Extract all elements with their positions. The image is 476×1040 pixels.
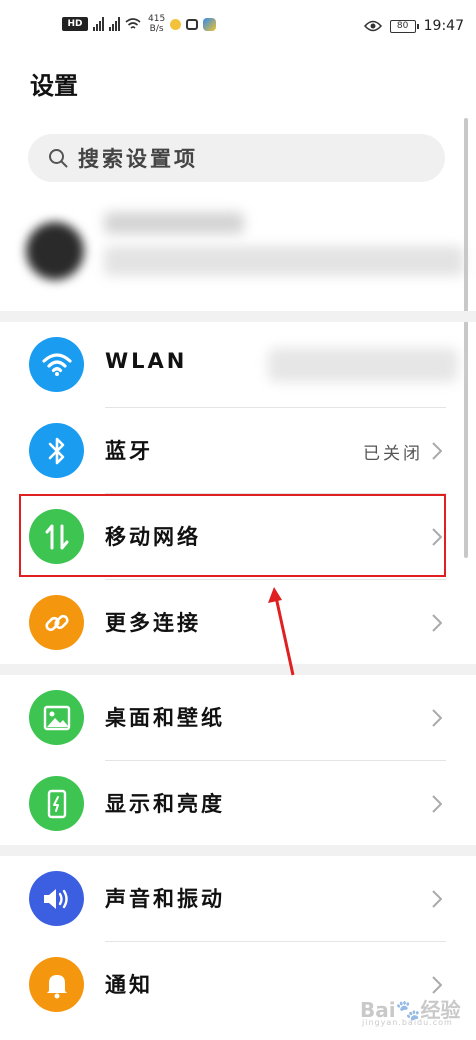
link-icon [29,595,84,650]
chevron-right-icon [432,709,442,727]
battery-indicator: 80 [389,19,419,33]
row-label: 声音和振动 [105,887,225,911]
account-card[interactable] [24,200,464,300]
section-divider [0,845,476,856]
list-item-bluetooth[interactable]: 蓝牙 已关闭 [0,408,476,494]
clock: 19:47 [423,18,464,34]
chevron-right-icon [432,890,442,908]
moon-app-icon [170,18,182,30]
row-label: WLAN [105,349,188,373]
highlight-box [19,494,446,577]
account-detail-blurred [104,246,464,276]
search-icon [49,149,68,168]
hd-badge: HD [62,17,88,31]
status-bar: HD 415 B/s 80 19:47 [0,0,476,56]
list-item-display[interactable]: 显示和亮度 [0,761,476,847]
watermark: Bai🐾经验 jingyan.baidu.com [360,982,470,1032]
wlan-network-blurred [268,348,458,382]
sound-icon [29,871,84,926]
account-name-blurred [104,212,244,234]
bluetooth-icon [29,423,84,478]
watermark-url: jingyan.baidu.com [362,1018,453,1027]
row-label: 显示和亮度 [105,792,225,816]
wifi-status-icon [125,17,141,29]
bluetooth-status: 已关闭 [363,444,423,464]
cellular-signal-icon [93,17,104,31]
chevron-right-icon [432,442,442,460]
row-label: 更多连接 [105,611,201,635]
wallet-app-icon [203,17,217,31]
avatar [26,222,84,280]
page-title: 设置 [30,72,78,100]
net-speed-value: 415 [148,14,166,24]
chevron-right-icon [432,614,442,632]
section-divider [0,311,476,322]
row-label: 桌面和壁纸 [105,706,225,730]
wallpaper-icon [29,690,84,745]
row-label: 蓝牙 [105,439,153,463]
list-item-more-connections[interactable]: 更多连接 [0,580,476,666]
display-icon [29,776,84,831]
search-input[interactable]: 搜索设置项 [28,134,445,182]
notification-icon [29,957,84,1012]
net-speed-unit: B/s [149,24,164,34]
net-speed: 415 B/s [148,14,165,34]
search-placeholder: 搜索设置项 [78,147,198,171]
chevron-right-icon [432,795,442,813]
list-item-wallpaper[interactable]: 桌面和壁纸 [0,675,476,761]
row-label: 通知 [105,973,153,997]
list-item-sound[interactable]: 声音和振动 [0,856,476,942]
bilibili-app-icon [186,18,199,30]
cellular-signal-2-icon [109,17,120,31]
eye-comfort-icon [363,20,382,32]
wifi-icon [29,337,84,392]
list-item-wlan[interactable]: WLAN [0,322,476,408]
annotation-arrow-icon [268,587,295,676]
section-divider [0,664,476,675]
